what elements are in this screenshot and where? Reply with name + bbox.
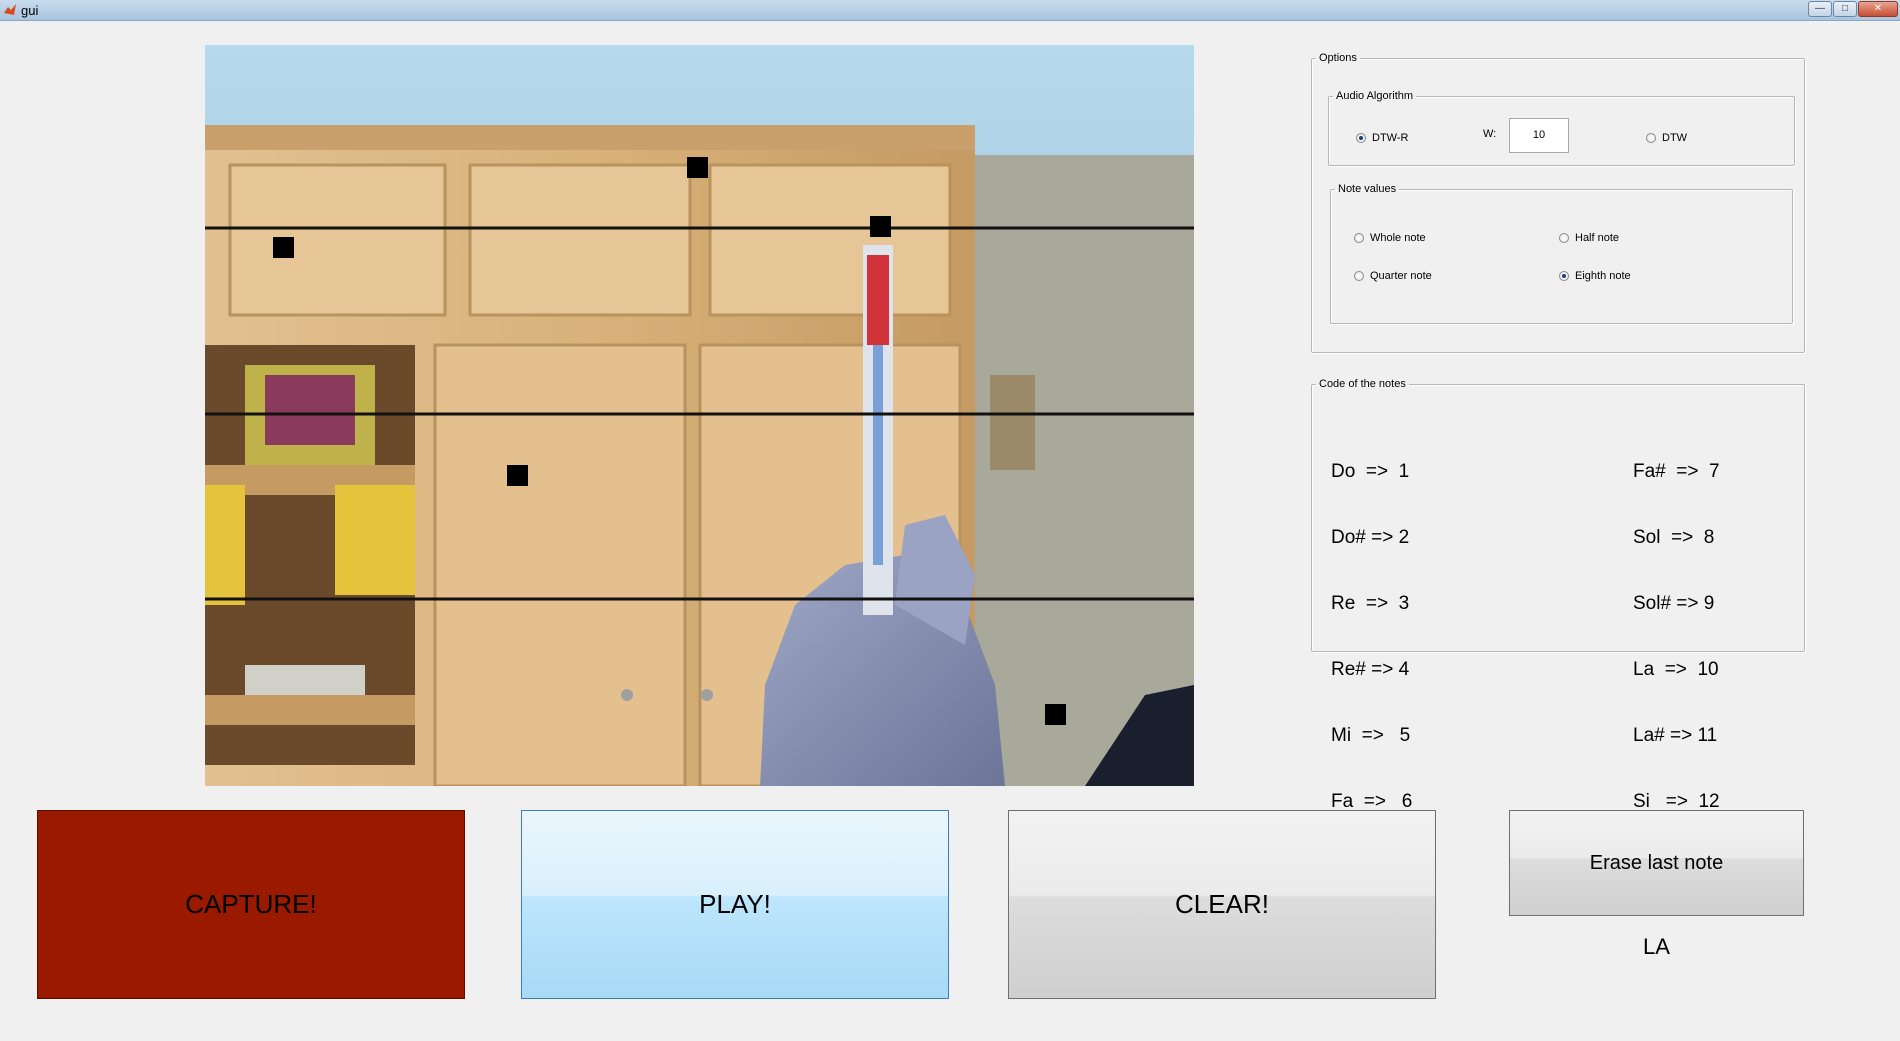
code-row: Do# => 2 xyxy=(1331,527,1410,548)
code-row: Fa# => 7 xyxy=(1633,461,1720,482)
title-bar: gui — □ ✕ xyxy=(0,0,1900,21)
note-values-title: Note values xyxy=(1338,183,1397,195)
code-row: La => 10 xyxy=(1633,659,1719,680)
note-marker xyxy=(1045,704,1066,725)
codes-title: Code of the notes xyxy=(1319,378,1406,390)
capture-button[interactable]: CAPTURE! xyxy=(37,810,465,999)
w-input[interactable]: 10 xyxy=(1509,118,1569,153)
audio-algorithm-title: Audio Algorithm xyxy=(1336,90,1414,102)
code-row: Re => 3 xyxy=(1331,593,1410,614)
note-values-group: Note values xyxy=(1330,183,1793,324)
radio-button-icon[interactable] xyxy=(1646,133,1656,143)
code-row: Sol# => 9 xyxy=(1633,593,1715,614)
radio-half-note-label: Half note xyxy=(1575,232,1620,244)
matlab-icon xyxy=(4,4,16,15)
radio-half-note[interactable]: Half note xyxy=(1559,232,1619,244)
minimize-icon[interactable]: — xyxy=(1808,1,1832,17)
window-title: gui xyxy=(21,3,39,18)
radio-button-icon[interactable] xyxy=(1559,271,1569,281)
radio-button-icon[interactable] xyxy=(1559,233,1569,243)
note-marker xyxy=(870,216,891,237)
code-row: La# => 11 xyxy=(1633,725,1718,746)
radio-button-icon[interactable] xyxy=(1354,271,1364,281)
camera-image xyxy=(205,45,1194,786)
radio-button-icon[interactable] xyxy=(1356,133,1366,143)
note-marker xyxy=(687,157,708,178)
w-label: W: xyxy=(1483,128,1497,140)
radio-eighth-note[interactable]: Eighth note xyxy=(1559,270,1631,282)
maximize-icon[interactable]: □ xyxy=(1833,1,1857,17)
code-row: Sol => 8 xyxy=(1633,527,1715,548)
radio-button-icon[interactable] xyxy=(1354,233,1364,243)
code-row: Mi => 5 xyxy=(1331,725,1411,746)
radio-quarter-note[interactable]: Quarter note xyxy=(1354,270,1432,282)
code-row: Re# => 4 xyxy=(1331,659,1410,680)
options-title: Options xyxy=(1319,52,1357,64)
note-marker xyxy=(507,465,528,486)
play-button[interactable]: PLAY! xyxy=(521,810,949,999)
close-icon[interactable]: ✕ xyxy=(1858,1,1898,17)
radio-dtw[interactable]: DTW xyxy=(1646,132,1687,144)
radio-dtw-r-label: DTW-R xyxy=(1372,132,1409,144)
radio-eighth-note-label: Eighth note xyxy=(1575,270,1631,282)
radio-whole-note[interactable]: Whole note xyxy=(1354,232,1426,244)
radio-quarter-note-label: Quarter note xyxy=(1370,270,1432,282)
radio-whole-note-label: Whole note xyxy=(1370,232,1426,244)
note-marker xyxy=(273,237,294,258)
last-note-label: LA xyxy=(1643,934,1670,959)
erase-last-note-button[interactable]: Erase last note xyxy=(1509,810,1804,916)
radio-dtw-label: DTW xyxy=(1662,132,1688,144)
codes-right-column: Fa# => 7 Sol => 8 Sol# => 9 La => 10 La#… xyxy=(1633,417,1720,835)
radio-dtw-r[interactable]: DTW-R xyxy=(1356,132,1408,144)
camera-view[interactable] xyxy=(205,45,1194,786)
code-row: Do => 1 xyxy=(1331,461,1410,482)
codes-left-column: Do => 1 Do# => 2 Re => 3 Re# => 4 Mi => … xyxy=(1331,417,1412,835)
clear-button[interactable]: CLEAR! xyxy=(1008,810,1436,999)
